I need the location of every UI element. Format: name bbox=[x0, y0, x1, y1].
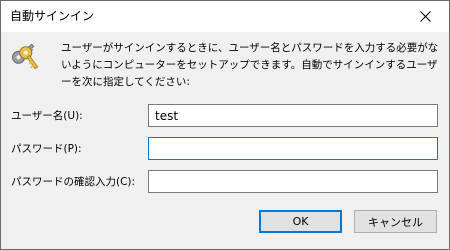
close-button[interactable] bbox=[403, 1, 449, 32]
password-label: パスワード(P): bbox=[11, 143, 82, 155]
username-label: ユーザー名(U): bbox=[11, 110, 83, 122]
password-input[interactable] bbox=[148, 137, 438, 160]
confirm-password-input[interactable] bbox=[148, 170, 438, 193]
ok-button[interactable]: OK bbox=[259, 210, 342, 233]
username-input[interactable] bbox=[148, 104, 438, 127]
title-bar: 自動サインイン bbox=[1, 1, 449, 32]
cancel-button[interactable]: キャンセル bbox=[354, 210, 437, 233]
keys-icon bbox=[12, 43, 39, 70]
description-text: ユーザーがサインインするときに、ユーザー名とパスワードを入力する必要がないように… bbox=[61, 42, 439, 88]
close-icon bbox=[420, 11, 431, 22]
window-title: 自動サインイン bbox=[10, 9, 95, 23]
auto-signin-dialog: 自動サインイン ユーザーがサインインするときに、ユーザー名とパスワードを入力する… bbox=[0, 0, 450, 250]
dialog-content: ユーザーがサインインするときに、ユーザー名とパスワードを入力する必要がないように… bbox=[1, 32, 449, 249]
confirm-password-label: パスワードの確認入力(C): bbox=[11, 176, 136, 188]
